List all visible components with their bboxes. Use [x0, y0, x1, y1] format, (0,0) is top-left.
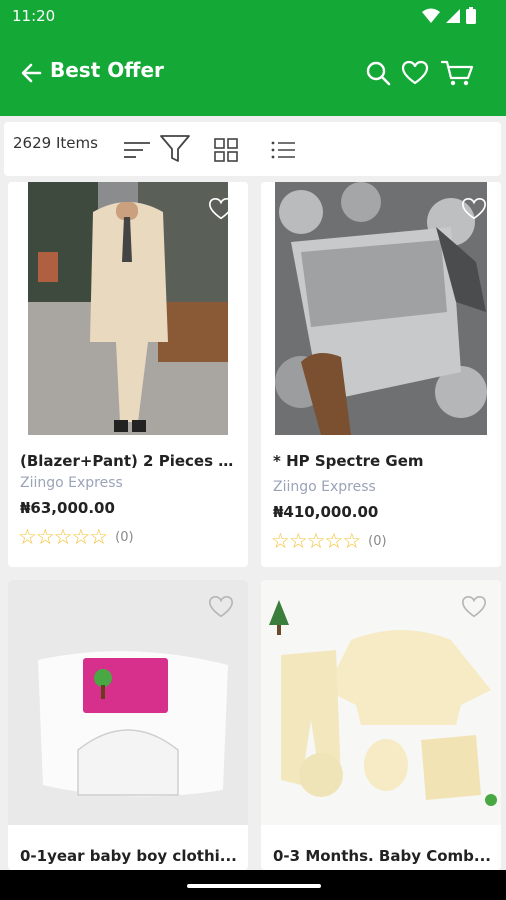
- star-icon: ☆: [71, 525, 90, 549]
- seller-name: Ziingo Express: [273, 479, 376, 495]
- star-icon: ☆: [342, 529, 361, 553]
- star-icon: ☆: [271, 529, 290, 553]
- product-price: ₦410,000.00: [273, 503, 379, 521]
- product-name[interactable]: 0-3 Months. Baby Comb...: [273, 847, 493, 865]
- star-icon: ☆: [324, 529, 343, 553]
- items-count: 2629 Items: [13, 134, 98, 152]
- product-name[interactable]: (Blazer+Pant) 2 Pieces D...: [20, 452, 240, 470]
- heart-icon[interactable]: [401, 59, 429, 87]
- filter-icon[interactable]: [159, 133, 191, 165]
- star-icon: ☆: [306, 529, 326, 553]
- battery-icon: [466, 7, 476, 24]
- sort-icon[interactable]: [122, 135, 152, 165]
- star-icon: ☆: [53, 525, 73, 549]
- search-icon[interactable]: [364, 59, 392, 87]
- status-icons: [422, 7, 476, 24]
- list-view-icon[interactable]: [268, 135, 298, 165]
- rating: ☆ ☆ ☆ ☆ ☆ (0): [271, 531, 387, 552]
- favorite-icon[interactable]: [461, 594, 487, 620]
- product-card[interactable]: 0-3 Months. Baby Comb...: [261, 580, 501, 870]
- status-bar: 11:20: [0, 0, 506, 32]
- product-card[interactable]: (Blazer+Pant) 2 Pieces D... Ziingo Expre…: [8, 182, 248, 567]
- signal-icon: [446, 8, 460, 23]
- seller-name: Ziingo Express: [20, 475, 123, 491]
- back-arrow-icon[interactable]: [20, 62, 42, 84]
- favorite-icon[interactable]: [461, 196, 487, 222]
- grid-view-icon[interactable]: [211, 135, 241, 165]
- star-icon: ☆: [288, 529, 308, 553]
- product-name[interactable]: 0-1year baby boy clothi...: [20, 847, 240, 865]
- rating: ☆ ☆ ☆ ☆ ☆ (0): [18, 527, 134, 548]
- product-price: ₦63,000.00: [20, 499, 115, 517]
- rating-count: (0): [368, 534, 387, 549]
- wifi-icon: [422, 8, 440, 23]
- product-card[interactable]: * HP Spectre Gem Ziingo Express ₦410,000…: [261, 182, 501, 567]
- status-time: 11:20: [12, 7, 56, 25]
- rating-count: (0): [115, 530, 134, 545]
- star-icon: ☆: [89, 525, 108, 549]
- star-icon: ☆: [35, 525, 55, 549]
- app-bar: Best Offer: [0, 32, 506, 116]
- favorite-icon[interactable]: [208, 196, 234, 222]
- star-icon: ☆: [18, 525, 37, 549]
- favorite-icon[interactable]: [208, 594, 234, 620]
- product-card[interactable]: 0-1year baby boy clothi...: [8, 580, 248, 870]
- page-title: Best Offer: [50, 58, 164, 82]
- product-name[interactable]: * HP Spectre Gem: [273, 452, 493, 470]
- system-nav-bar: [0, 870, 506, 900]
- home-gesture-handle[interactable]: [187, 884, 321, 888]
- filter-toolbar: 2629 Items: [4, 122, 501, 176]
- cart-icon[interactable]: [441, 59, 475, 87]
